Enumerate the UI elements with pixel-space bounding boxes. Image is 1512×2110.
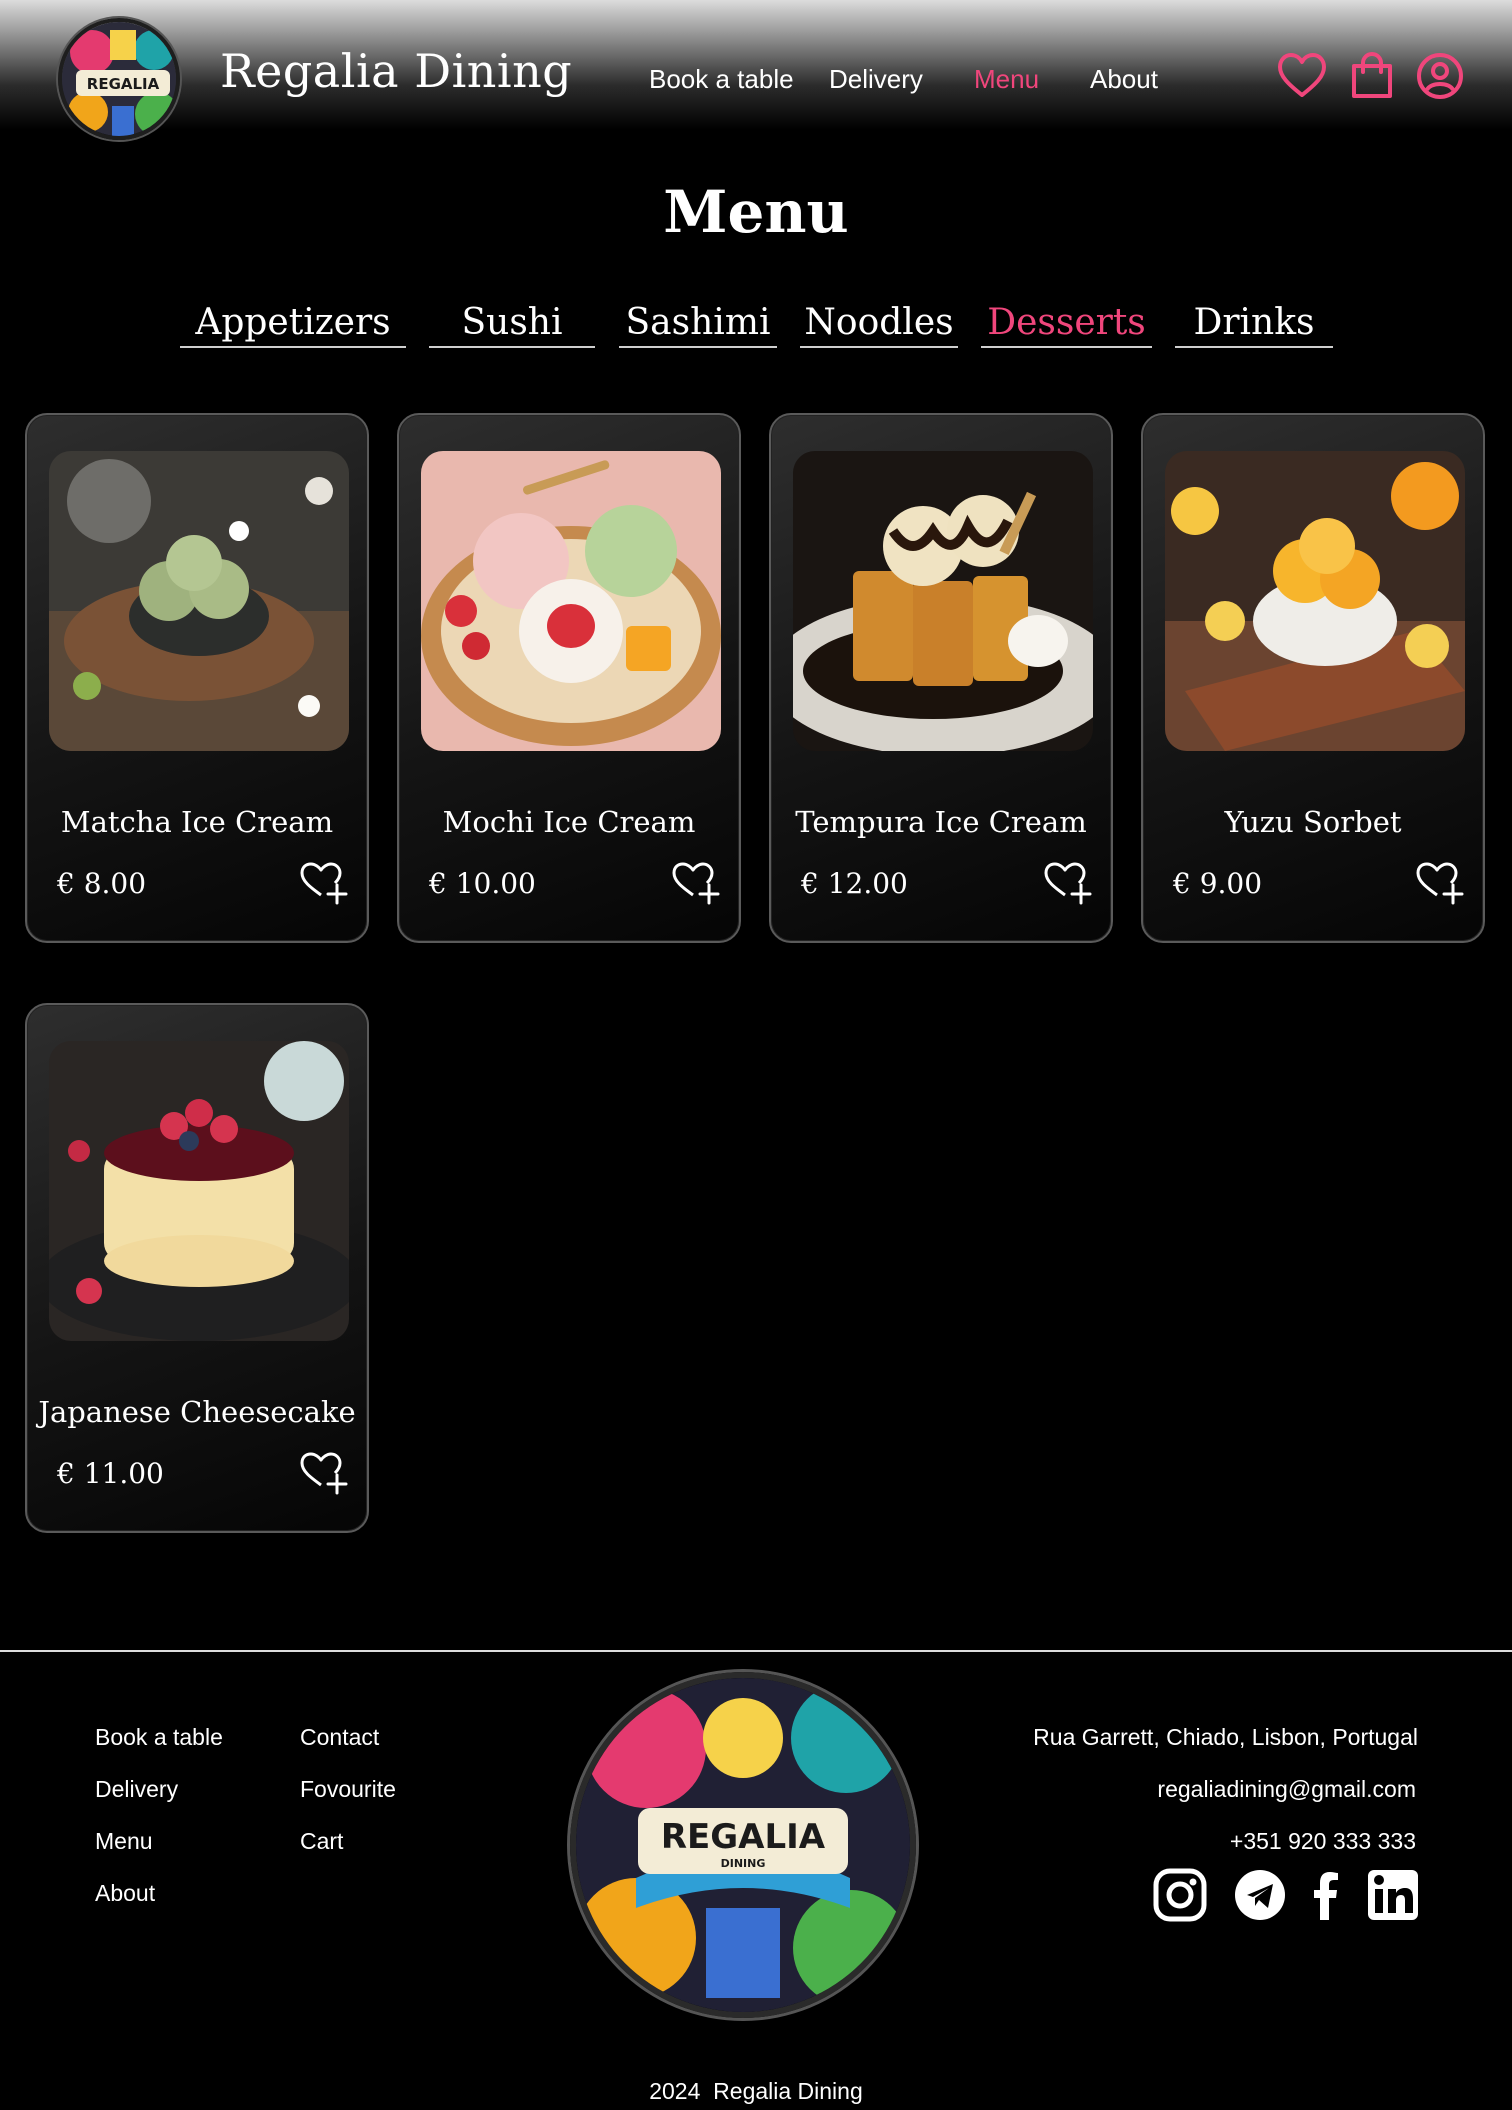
footer-link-menu[interactable]: Menu bbox=[95, 1828, 153, 1855]
footer-link-contact[interactable]: Contact bbox=[300, 1724, 379, 1751]
dish-photo-tempura[interactable] bbox=[793, 451, 1093, 751]
tab-drinks[interactable]: Drinks bbox=[1175, 298, 1333, 348]
dish-name: Matcha Ice Cream bbox=[60, 805, 334, 839]
footer-logo: REGALIA DINING bbox=[570, 1672, 916, 2018]
footer-link-book-a-table[interactable]: Book a table bbox=[95, 1724, 223, 1751]
telegram-icon[interactable] bbox=[1233, 1868, 1287, 1922]
footer-address: Rua Garrett, Chiado, Lisbon, Portugal bbox=[1033, 1724, 1418, 1750]
dish-photo-mochi[interactable] bbox=[421, 451, 721, 751]
site-header: REGALIA Regalia Dining Book a table Deli… bbox=[0, 0, 1512, 148]
facebook-icon[interactable] bbox=[1299, 1868, 1353, 1922]
footer-link-cart[interactable]: Cart bbox=[300, 1828, 343, 1855]
dish-price: € 9.00 bbox=[1173, 867, 1263, 900]
dish-photo-matcha[interactable] bbox=[49, 451, 349, 751]
menu-card[interactable]: Japanese Cheesecake € 11.00 bbox=[25, 1003, 369, 1533]
linkedin-icon[interactable] bbox=[1366, 1868, 1420, 1922]
footer-phone[interactable]: +351 920 333 333 bbox=[1230, 1828, 1416, 1855]
footer-link-about[interactable]: About bbox=[95, 1880, 155, 1907]
logo[interactable]: REGALIA bbox=[58, 18, 180, 140]
nav-book-a-table[interactable]: Book a table bbox=[649, 64, 794, 95]
add-to-favourites-icon[interactable] bbox=[671, 861, 723, 905]
dish-price: € 11.00 bbox=[57, 1457, 164, 1490]
dish-price: € 10.00 bbox=[429, 867, 536, 900]
dish-name: Tempura Ice Cream bbox=[795, 805, 1087, 839]
menu-card[interactable]: Matcha Ice Cream € 8.00 bbox=[25, 413, 369, 943]
dish-name: Mochi Ice Cream bbox=[442, 805, 696, 839]
add-to-favourites-icon[interactable] bbox=[1043, 861, 1095, 905]
heart-icon[interactable] bbox=[1276, 50, 1328, 102]
dish-price: € 12.00 bbox=[801, 867, 908, 900]
footer-divider bbox=[0, 1650, 1512, 1652]
footer-logo-subtext: DINING bbox=[721, 1857, 766, 1870]
nav-menu[interactable]: Menu bbox=[974, 64, 1039, 95]
shopping-bag-icon[interactable] bbox=[1346, 50, 1398, 102]
dish-photo-yuzu[interactable] bbox=[1165, 451, 1465, 751]
logo-text: REGALIA bbox=[87, 75, 160, 93]
user-account-icon[interactable] bbox=[1414, 50, 1466, 102]
tab-sushi[interactable]: Sushi bbox=[429, 298, 595, 348]
footer-link-favourite[interactable]: Fovourite bbox=[300, 1776, 396, 1803]
tab-desserts[interactable]: Desserts bbox=[981, 298, 1152, 348]
page-title: Menu bbox=[663, 178, 849, 246]
add-to-favourites-icon[interactable] bbox=[1415, 861, 1467, 905]
footer-logo-text: REGALIA bbox=[661, 1817, 826, 1857]
tab-sashimi[interactable]: Sashimi bbox=[619, 298, 777, 348]
dish-price: € 8.00 bbox=[57, 867, 147, 900]
footer-email[interactable]: regaliadining@gmail.com bbox=[1157, 1776, 1416, 1803]
tab-noodles[interactable]: Noodles bbox=[800, 298, 958, 348]
menu-card[interactable]: Tempura Ice Cream € 12.00 bbox=[769, 413, 1113, 943]
add-to-favourites-icon[interactable] bbox=[299, 1451, 351, 1495]
nav-about[interactable]: About bbox=[1090, 64, 1158, 95]
instagram-icon[interactable] bbox=[1153, 1868, 1207, 1922]
menu-card[interactable]: Mochi Ice Cream € 10.00 bbox=[397, 413, 741, 943]
footer-link-delivery[interactable]: Delivery bbox=[95, 1776, 178, 1803]
brand-name[interactable]: Regalia Dining bbox=[220, 44, 572, 98]
tab-appetizers[interactable]: Appetizers bbox=[180, 298, 406, 348]
dish-name: Yuzu Sorbet bbox=[1224, 805, 1402, 839]
nav-delivery[interactable]: Delivery bbox=[829, 64, 923, 95]
menu-card[interactable]: Yuzu Sorbet € 9.00 bbox=[1141, 413, 1485, 943]
dish-photo-cheesecake[interactable] bbox=[49, 1041, 349, 1341]
add-to-favourites-icon[interactable] bbox=[299, 861, 351, 905]
copyright: 2024 Regalia Dining bbox=[649, 2078, 863, 2104]
dish-name: Japanese Cheesecake bbox=[38, 1395, 356, 1429]
